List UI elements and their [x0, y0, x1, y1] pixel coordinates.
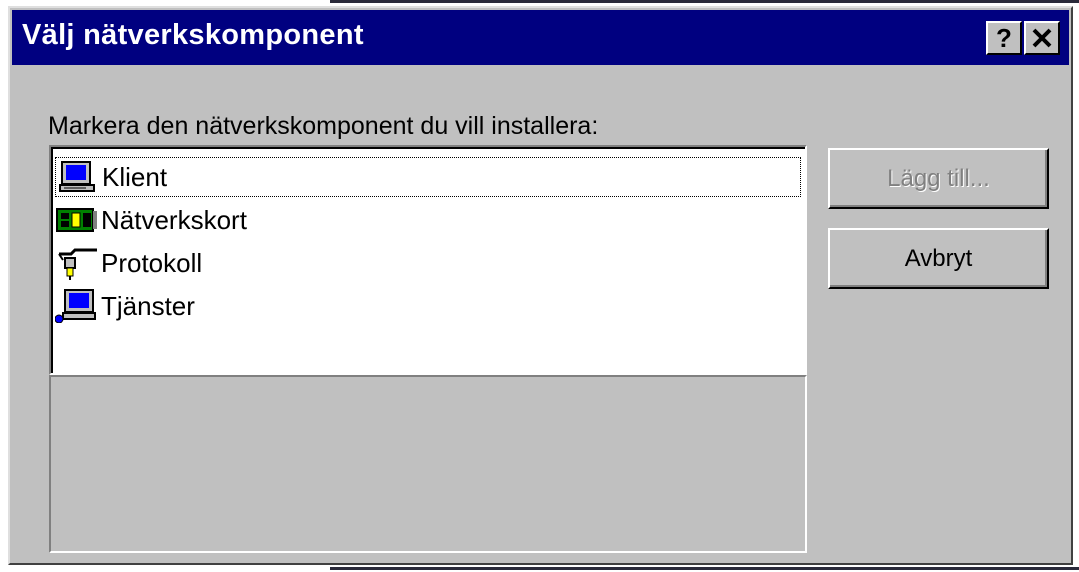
dialog-title: Välj nätverkskomponent	[22, 19, 364, 51]
list-item-label: Klient	[102, 161, 168, 192]
instruction-label: Markera den nätverkskomponent du vill in…	[48, 112, 599, 140]
title-bar[interactable]: Välj nätverkskomponent ?	[12, 10, 1069, 65]
network-card-icon	[55, 203, 99, 237]
client-computer-icon	[56, 160, 100, 194]
service-computer-icon	[54, 289, 99, 324]
list-item-client[interactable]: Klient	[55, 157, 801, 197]
background-strip-bottom	[0, 565, 1079, 572]
help-button[interactable]: ?	[986, 21, 1022, 55]
list-item-label: Nätverkskort	[101, 204, 247, 235]
close-icon	[1032, 28, 1052, 48]
close-button[interactable]	[1024, 21, 1060, 55]
list-item-protocol[interactable]: Protokoll	[55, 243, 801, 283]
description-panel	[49, 375, 807, 553]
add-button[interactable]: Lägg till...	[828, 148, 1049, 209]
select-network-component-dialog: Välj nätverkskomponent ? Markera den nät…	[8, 6, 1073, 565]
list-item-services[interactable]: Tjänster	[54, 286, 801, 326]
list-item-label: Tjänster	[101, 290, 195, 321]
list-item-label: Protokoll	[101, 247, 203, 278]
cancel-button[interactable]: Avbryt	[828, 228, 1049, 289]
protocol-cable-icon	[55, 246, 99, 280]
list-item-network-card[interactable]: Nätverkskort	[55, 200, 801, 240]
component-list[interactable]: Klient Nätverkskort Protokoll Tjänster	[49, 145, 807, 375]
